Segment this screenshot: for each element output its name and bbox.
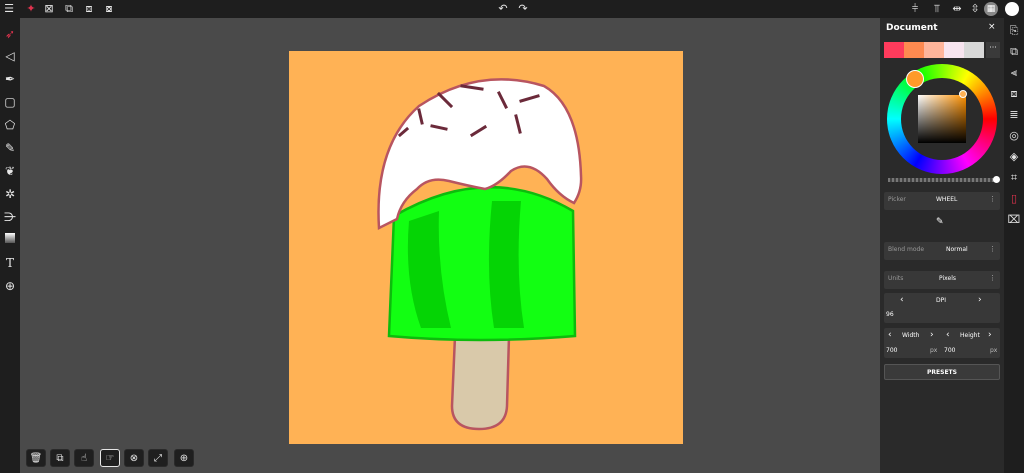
resize-icon[interactable]: ⧉ [62,2,76,16]
hue-handle[interactable] [906,70,924,88]
fit-screen-icon[interactable]: ⤢ [148,449,168,467]
center-target-icon[interactable]: ⊕ [174,449,194,467]
eyedropper-icon[interactable]: ✎ [936,217,944,227]
tools-toolbar: ➶ ◁ ✒ ▢ ⬠ ✎ ❦ ✲ ⋺ T ⊕ [0,18,20,473]
menu-icon[interactable]: ☰ [2,2,16,16]
dpi-row: ‹ DPI › 96 [884,293,1000,323]
settings-tool-icon[interactable]: ✲ [3,187,17,201]
pencil-tool-icon[interactable]: ✎ [3,141,17,155]
width-value[interactable]: 700 [886,347,897,354]
link-icon[interactable]: ⊗ [124,449,144,467]
select-pointer-icon[interactable]: ☞ [100,449,120,467]
top-toolbar: ☰ ✦ ⊠ ⧉ ⧈ ⧇ ↶ ↷ ⫩ ⫪ ⇹ ⇳ ▦ [0,0,1024,18]
rectangle-tool-icon[interactable]: ▢ [3,95,17,109]
brush-tool-icon[interactable]: ❦ [3,164,17,178]
export-icon[interactable]: ⎘ [1007,24,1021,38]
knife-tool-icon[interactable]: ⋺ [3,210,17,224]
transform-icon[interactable]: ⧉ [1007,45,1021,59]
gradient-tool-icon[interactable] [5,233,15,243]
units-row[interactable]: Units Pixels ⋮ [884,271,1000,289]
pen-tool-icon[interactable]: ✒ [3,72,17,86]
width-label: Width [902,332,920,339]
more-vertical-icon[interactable]: ⋮ [989,245,996,253]
color-swatch[interactable] [924,42,944,58]
shape-tool-icon[interactable]: ⬠ [3,118,17,132]
panels-toolbar: ⎘ ⧉ ⫷ ⧈ ≣ ◎ ◈ ⌗ ▯ ⌧ [1004,18,1024,473]
duplicate-icon[interactable]: ⧉ [50,449,70,467]
appearance-icon[interactable]: ◎ [1007,129,1021,143]
dpi-value[interactable]: 96 [886,311,894,318]
more-vertical-icon[interactable]: ⋮ [989,195,996,203]
group-icon[interactable]: ⧈ [82,2,96,16]
delete-icon[interactable]: 🗑 [26,449,46,467]
chevron-left-icon[interactable]: ‹ [900,295,904,305]
hand-tool-icon[interactable]: ☝ [74,449,94,467]
blend-mode-value: Normal [946,246,968,253]
align-middle-icon[interactable]: ⫪ [930,2,944,16]
units-label: Units [888,275,904,282]
height-label: Height [960,332,980,339]
presets-button[interactable]: PRESETS [884,364,1000,380]
width-unit: px [930,347,938,354]
select-tool-icon[interactable]: ➶ [3,27,17,41]
picker-label: Picker [888,196,906,203]
align-icon[interactable]: ⫷ [1007,66,1021,80]
theme-toggle-icon[interactable] [1005,2,1019,16]
boolean-icon[interactable]: ⧇ [102,2,116,16]
units-value: Pixels [939,275,957,282]
more-swatches-button[interactable]: ··· [986,42,1000,58]
distribute-horizontal-icon[interactable]: ⇹ [950,2,964,16]
picker-row[interactable]: Picker WHEEL ⋮ [884,192,1000,210]
layers-icon[interactable]: ◈ [1007,150,1021,164]
color-swatch[interactable] [904,42,924,58]
opacity-slider[interactable] [888,178,998,182]
saturation-square[interactable] [918,95,966,143]
pathfinder-icon[interactable]: ⧈ [1007,87,1021,101]
picker-value: WHEEL [936,196,958,203]
saturation-handle[interactable] [959,90,967,98]
redo-icon[interactable]: ↷ [516,2,530,16]
stroke-icon[interactable]: ≣ [1007,108,1021,122]
close-icon[interactable]: × [988,22,996,32]
document-canvas[interactable] [289,51,683,444]
chevron-left-icon[interactable]: ‹ [888,330,892,340]
opacity-handle[interactable] [993,176,1000,183]
height-value[interactable]: 700 [944,347,955,354]
dpi-label: DPI [936,297,947,304]
grid-icon[interactable]: ▦ [984,2,998,16]
chevron-right-icon[interactable]: › [930,330,934,340]
color-swatch[interactable] [944,42,964,58]
blend-mode-label: Blend mode [888,246,925,253]
document-panel: Document × ··· Picker WHEEL ⋮ ✎ Blend mo… [880,18,1004,473]
height-unit: px [990,347,998,354]
document-icon[interactable]: ▯ [1007,192,1021,206]
panel-title: Document [886,23,938,33]
size-row: ‹ Width › ‹ Height › 700 px 700 px [884,328,1000,358]
more-vertical-icon[interactable]: ⋮ [989,274,996,282]
direct-select-tool-icon[interactable]: ◁ [3,49,17,63]
chevron-right-icon[interactable]: › [988,330,992,340]
color-swatch[interactable] [964,42,984,58]
chevron-right-icon[interactable]: › [978,295,982,305]
artboard-icon[interactable]: ⌗ [1007,171,1021,185]
distribute-vertical-icon[interactable]: ⇳ [968,2,982,16]
align-center-icon[interactable]: ⫩ [908,2,922,16]
chevron-left-icon[interactable]: ‹ [946,330,950,340]
zoom-tool-icon[interactable]: ⊕ [3,279,17,293]
popsicle-artwork [377,78,583,431]
blend-mode-row[interactable]: Blend mode Normal ⋮ [884,242,1000,260]
crop-icon[interactable]: ⌧ [1007,213,1021,227]
new-document-icon[interactable]: ⊠ [42,2,56,16]
app-logo-icon[interactable]: ✦ [24,2,38,16]
color-swatch[interactable] [884,42,904,58]
text-tool-icon[interactable]: T [3,256,17,270]
undo-icon[interactable]: ↶ [496,2,510,16]
